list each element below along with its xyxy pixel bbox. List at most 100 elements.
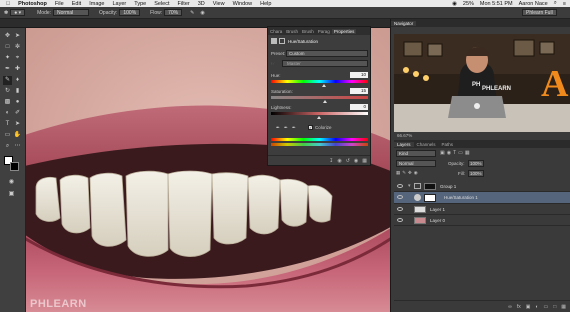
user-name[interactable]: Aaron Nace (519, 1, 548, 7)
layer-fill-field[interactable]: 100% (468, 170, 484, 177)
menu-edit[interactable]: Edit (72, 1, 81, 7)
history-brush-icon[interactable]: ↻ (3, 87, 12, 96)
eraser-tool-icon[interactable]: ▮ (13, 87, 22, 96)
menu-layer[interactable]: Layer (113, 1, 127, 7)
brush-tool-icon[interactable]: ✎ (3, 76, 12, 85)
mask-icon[interactable] (279, 38, 285, 44)
path-select-icon[interactable]: ➤ (13, 120, 22, 129)
trash-icon[interactable]: ▦ (362, 158, 367, 164)
channel-select[interactable]: Master (282, 60, 368, 67)
tab-paths[interactable]: Paths (439, 142, 457, 147)
wifi-icon[interactable]: ◉ (452, 1, 457, 7)
tab-layers[interactable]: Layers (394, 141, 414, 147)
menu-type[interactable]: Type (134, 1, 146, 7)
tab-navigator[interactable]: Navigator (391, 20, 417, 26)
eye-icon[interactable] (397, 195, 403, 199)
healing-brush-icon[interactable]: ✚ (13, 65, 22, 74)
shape-tool-icon[interactable]: ▭ (3, 131, 12, 140)
visibility-icon[interactable]: ◉ (354, 158, 358, 164)
move-tool-icon[interactable]: ✥ (3, 32, 12, 41)
type-tool-icon[interactable]: T (3, 120, 12, 129)
eyedropper-icon[interactable]: ✒ (3, 65, 12, 74)
menu-image[interactable]: Image (89, 1, 104, 7)
navigator-zoom[interactable]: 66.67% (394, 132, 570, 140)
menu-3d[interactable]: 3D (198, 1, 205, 7)
search-icon[interactable]: ⌕ (554, 0, 557, 7)
new-group-icon[interactable]: ▭ (544, 304, 549, 310)
hue-slider-track[interactable] (271, 80, 368, 83)
add-mask-icon[interactable]: ▣ (526, 304, 531, 310)
layer-row-layer-1[interactable]: Layer 1 (394, 204, 570, 215)
adjustment-icon[interactable]: ◐ (535, 304, 538, 310)
saturation-field[interactable]: 15 (350, 88, 368, 94)
target-adjust-icon[interactable]: ☞ (271, 61, 275, 67)
menu-window[interactable]: Window (233, 1, 253, 7)
zoom-tool-icon[interactable]: ⌕ (3, 142, 12, 151)
blur-tool-icon[interactable]: ● (13, 98, 22, 107)
disclosure-icon[interactable]: ▾ (408, 183, 411, 189)
brush-tool-icon[interactable]: ✽ (4, 10, 8, 16)
menu-help[interactable]: Help (260, 1, 271, 7)
lightness-field[interactable]: 0 (350, 104, 368, 110)
hand-tool-icon[interactable]: ✋ (13, 131, 22, 140)
eye-icon[interactable] (397, 184, 403, 188)
layer-mask-thumbnail[interactable] (424, 194, 436, 202)
pressure-icon[interactable]: ◉ (200, 10, 204, 16)
clock[interactable]: Mon 5:51 PM (480, 1, 513, 7)
crop-tool-icon[interactable]: ⌖ (13, 54, 22, 63)
mode-select[interactable]: Normal (53, 9, 90, 16)
tab-brush-presets[interactable]: Brush (300, 29, 316, 34)
list-icon[interactable]: ≡ (563, 1, 566, 7)
new-layer-icon[interactable]: □ (553, 304, 556, 310)
tab-character[interactable]: Chara (268, 29, 284, 34)
workspace-switcher[interactable]: Phlearn Full (522, 9, 557, 16)
fx-icon[interactable]: fx (517, 304, 521, 310)
preset-select[interactable]: Custom (286, 50, 368, 57)
lightness-slider-track[interactable] (271, 112, 368, 115)
eyedropper-plus-icon[interactable]: ✒ (284, 125, 288, 131)
app-menu[interactable]: Photoshop (18, 1, 47, 7)
quick-select-icon[interactable]: ✦ (3, 54, 12, 63)
brush-preset-picker[interactable]: ● ▾ (10, 9, 26, 16)
tab-properties[interactable]: Properties (331, 28, 357, 34)
screen-mode-icon[interactable]: ▣ (7, 190, 16, 199)
layer-row-hue-saturation-1[interactable]: Hue/Saturation 1 (394, 192, 570, 204)
menu-file[interactable]: File (55, 1, 64, 7)
layer-filter-icons[interactable]: ▣◉T▭▦ (440, 150, 472, 156)
menu-view[interactable]: View (213, 1, 225, 7)
navigator-preview[interactable]: PH A PHLEARN (394, 34, 570, 132)
opacity-field[interactable]: 100% (119, 9, 141, 16)
menu-select[interactable]: Select (154, 1, 169, 7)
blend-mode-select[interactable]: Normal (396, 160, 436, 167)
eyedropper-icon[interactable]: ✒ (276, 125, 280, 131)
colorize-checkbox[interactable]: ✓ (308, 125, 313, 130)
hue-slider-thumb[interactable] (322, 84, 326, 87)
layer-row-group-1[interactable]: ▾ Group 1 (394, 181, 570, 192)
clip-to-layer-icon[interactable]: ↧ (329, 158, 333, 164)
apple-icon[interactable]:  (6, 1, 10, 7)
view-previous-icon[interactable]: ◉ (337, 158, 341, 164)
layer-opacity-field[interactable]: 100% (468, 160, 484, 167)
stamp-tool-icon[interactable]: ♦ (13, 76, 22, 85)
lightness-slider-thumb[interactable] (317, 116, 321, 119)
eye-icon[interactable] (397, 218, 403, 222)
tab-brush[interactable]: Brush (284, 29, 300, 34)
saturation-slider-thumb[interactable] (323, 100, 327, 103)
airbrush-icon[interactable]: ✎ (190, 10, 194, 16)
tab-paragraph[interactable]: Parag (316, 29, 332, 34)
reset-icon[interactable]: ↺ (346, 158, 350, 164)
quick-mask-icon[interactable]: ◉ (7, 178, 16, 187)
marquee-tool-icon[interactable]: □ (3, 43, 12, 52)
link-icon[interactable]: ∞ (508, 304, 512, 310)
menu-filter[interactable]: Filter (178, 1, 190, 7)
edit-toolbar-icon[interactable]: ⋯ (13, 142, 22, 151)
trash-icon[interactable]: ▦ (561, 304, 566, 310)
eye-icon[interactable] (397, 207, 403, 211)
tab-channels[interactable]: Channels (414, 142, 439, 147)
layer-filter-select[interactable]: Kind (396, 150, 436, 157)
eyedropper-minus-icon[interactable]: ✒ (292, 125, 296, 131)
dodge-tool-icon[interactable]: ◐ (3, 109, 12, 118)
hue-field[interactable]: 10 (350, 72, 368, 78)
gradient-tool-icon[interactable]: ▩ (3, 98, 12, 107)
layer-row-layer-0[interactable]: Layer 0 (394, 215, 570, 226)
